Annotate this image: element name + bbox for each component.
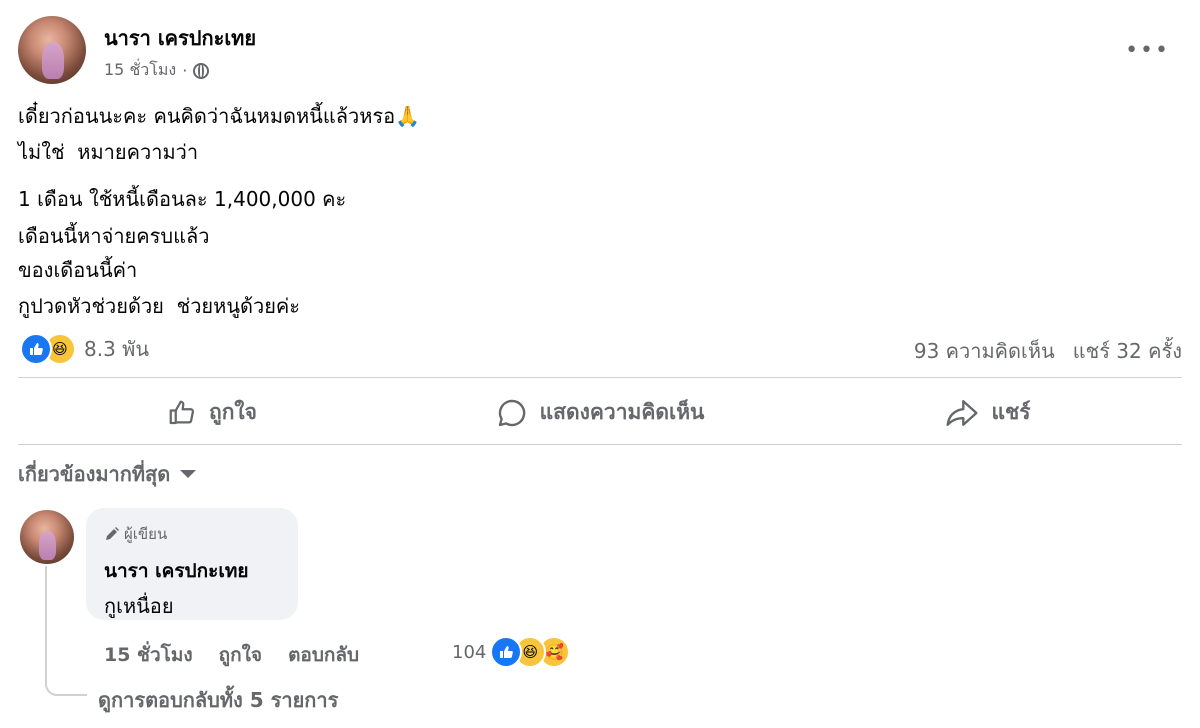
divider <box>18 377 1182 378</box>
author-badge-label: ผู้เขียน <box>124 525 168 543</box>
post-text-line: เดือนนี้หาจ่ายครบแล้ว <box>18 224 210 248</box>
pencil-icon <box>104 526 120 542</box>
post-text-line: ไม่ใช่ หมายความว่า <box>18 140 199 164</box>
post-time[interactable]: 15 ชั่วโมง <box>104 58 176 83</box>
divider <box>18 444 1182 445</box>
post-text-line: ของเดือนนี้ค่า <box>18 258 138 282</box>
comment-count[interactable]: 93 ความคิดเห็น <box>914 335 1055 367</box>
post-text-line: กูปวดหัวช่วยด้วย ช่วยหนูด้วยค่ะ <box>18 294 301 318</box>
post-text-line: เดี๋ยวก่อนนะคะ คนคิดว่าฉันหมดหนี้แล้วหรอ… <box>18 104 421 128</box>
like-reaction-icon <box>20 333 52 365</box>
post-stats: 93 ความคิดเห็น แชร์ 32 ครั้ง <box>914 335 1182 367</box>
comment-time[interactable]: 15 ชั่วโมง <box>104 640 193 670</box>
reaction-summary[interactable]: 😆 8.3 พัน <box>20 333 149 365</box>
comment-label: แสดงความคิดเห็น <box>539 400 705 424</box>
author-avatar[interactable] <box>18 16 86 84</box>
comment-sort-dropdown[interactable]: เกี่ยวข้องมากที่สุด <box>18 458 197 490</box>
comment-like-button[interactable]: ถูกใจ <box>219 640 262 670</box>
more-options-icon[interactable]: ••• <box>1125 38 1170 63</box>
comment-author-name[interactable]: นารา เครปกะเทย <box>104 556 248 586</box>
like-button[interactable]: ถูกใจ <box>18 385 406 440</box>
comment-reaction-count: 104 <box>452 641 487 663</box>
author-badge: ผู้เขียน <box>104 522 167 546</box>
like-reaction-icon <box>490 636 523 668</box>
meta-separator: · <box>182 61 188 80</box>
globe-icon[interactable] <box>193 62 210 79</box>
post-text-line: 1 เดือน ใช้หนี้เดือนละ 1,400,000 คะ <box>18 187 347 211</box>
comment-reply-button[interactable]: ตอบกลับ <box>288 640 359 670</box>
comment-button[interactable]: แสดงความคิดเห็น <box>406 385 794 440</box>
post-meta: 15 ชั่วโมง · <box>104 58 210 83</box>
chevron-down-icon <box>180 470 197 478</box>
sort-label: เกี่ยวข้องมากที่สุด <box>18 462 171 486</box>
action-bar: ถูกใจ แสดงความคิดเห็น แชร์ <box>18 385 1182 440</box>
share-button[interactable]: แชร์ <box>794 385 1182 440</box>
comment-bubble-icon <box>496 397 528 429</box>
reply-thread-line <box>45 566 87 696</box>
comment-author-avatar[interactable] <box>20 510 74 564</box>
view-replies-link[interactable]: ดูการตอบกลับทั้ง 5 รายการ <box>98 684 338 716</box>
comment-text: กูเหนื่อย <box>104 594 174 618</box>
thumbs-up-icon <box>167 398 197 428</box>
reaction-count[interactable]: 8.3 พัน <box>84 333 149 365</box>
share-count[interactable]: แชร์ 32 ครั้ง <box>1073 335 1182 367</box>
author-name[interactable]: นารา เครปกะเทย <box>104 22 256 54</box>
like-label: ถูกใจ <box>209 400 257 424</box>
share-arrow-icon <box>945 398 979 428</box>
comment-reactions[interactable]: 104 😆 🥰 <box>452 636 571 668</box>
comment-actions: 15 ชั่วโมง ถูกใจ ตอบกลับ <box>104 640 385 670</box>
share-label: แชร์ <box>991 400 1031 424</box>
